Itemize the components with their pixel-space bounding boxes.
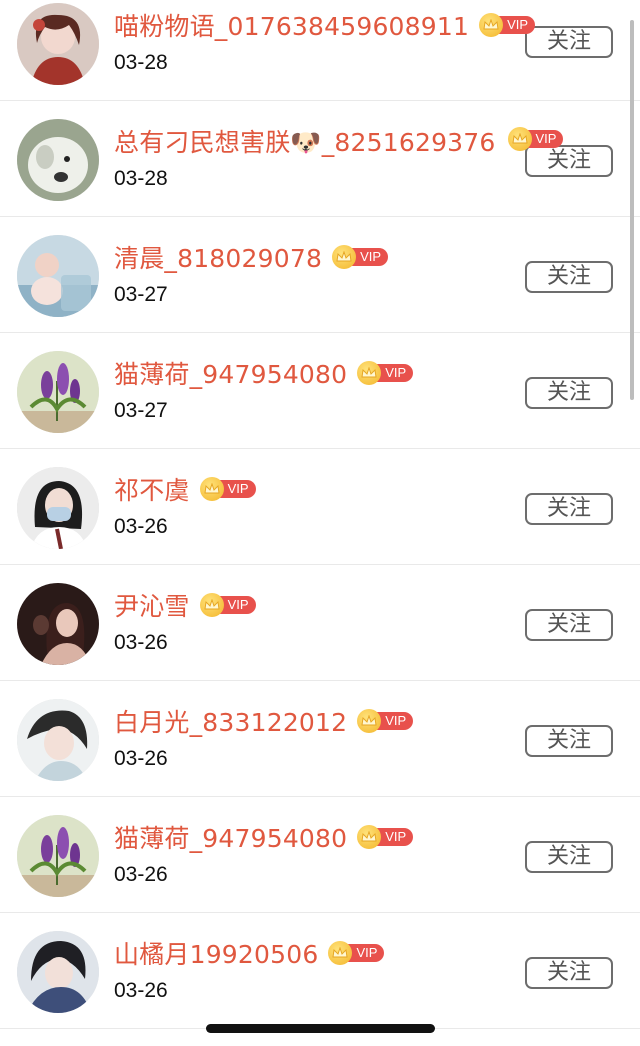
follow-button[interactable]: 关注 <box>525 957 613 989</box>
follow-button[interactable]: 关注 <box>525 609 613 641</box>
crown-icon <box>199 593 224 617</box>
follow-button[interactable]: 关注 <box>525 145 613 177</box>
list-item[interactable]: 喵粉物语_017638459608911 VIP 03-28 关注 <box>0 0 640 101</box>
list-item[interactable]: 白月光_833122012 VIP 03-26 关注 <box>0 681 640 797</box>
timestamp: 03-26 <box>114 747 168 770</box>
username[interactable]: 尹沁雪 <box>114 587 190 623</box>
vip-badge: VIP <box>328 941 385 965</box>
list-item[interactable]: 猫薄荷_947954080 VIP 03-26 关注 <box>0 797 640 913</box>
follow-button[interactable]: 关注 <box>525 377 613 409</box>
timestamp: 03-26 <box>114 631 168 654</box>
list-item[interactable]: 尹沁雪 VIP 03-26 关注 <box>0 565 640 681</box>
timestamp: 03-26 <box>114 515 168 538</box>
username[interactable]: 白月光_833122012 <box>114 703 347 739</box>
vip-badge: VIP <box>357 825 414 849</box>
home-indicator[interactable] <box>206 1024 435 1033</box>
timestamp: 03-27 <box>114 283 168 306</box>
avatar[interactable] <box>17 583 99 665</box>
list-item[interactable]: 猫薄荷_947954080 VIP 03-27 关注 <box>0 333 640 449</box>
vip-badge: VIP <box>507 127 564 151</box>
list-item[interactable]: 清晨_818029078 VIP 03-27 关注 <box>0 217 640 333</box>
crown-icon <box>332 245 357 269</box>
avatar[interactable] <box>17 119 99 201</box>
avatar[interactable] <box>17 467 99 549</box>
timestamp: 03-28 <box>114 167 168 190</box>
username[interactable]: 喵粉物语_017638459608911 <box>114 7 469 43</box>
vip-badge: VIP <box>332 245 389 269</box>
vip-badge: VIP <box>479 13 536 37</box>
avatar[interactable] <box>17 351 99 433</box>
vip-badge: VIP <box>357 361 414 385</box>
follow-button[interactable]: 关注 <box>525 26 613 58</box>
username[interactable]: 猫薄荷_947954080 <box>114 355 347 391</box>
follow-button[interactable]: 关注 <box>525 725 613 757</box>
crown-icon <box>507 127 532 151</box>
avatar[interactable] <box>17 3 99 85</box>
avatar[interactable] <box>17 235 99 317</box>
username[interactable]: 猫薄荷_947954080 <box>114 819 347 855</box>
username[interactable]: 总有刁民想害朕🐶_8251629376 <box>114 123 496 159</box>
avatar[interactable] <box>17 931 99 1013</box>
crown-icon <box>199 477 224 501</box>
timestamp: 03-26 <box>114 863 168 886</box>
vip-badge: VIP <box>199 477 256 501</box>
scrollbar[interactable] <box>630 20 634 400</box>
follow-button[interactable]: 关注 <box>525 493 613 525</box>
list-item[interactable]: 总有刁民想害朕🐶_8251629376 VIP 03-28 关注 <box>0 101 640 217</box>
crown-icon <box>479 13 504 37</box>
follow-button[interactable]: 关注 <box>525 261 613 293</box>
username[interactable]: 祁不虞 <box>114 471 190 507</box>
vip-badge: VIP <box>199 593 256 617</box>
list-item[interactable]: 祁不虞 VIP 03-26 关注 <box>0 449 640 565</box>
timestamp: 03-28 <box>114 51 168 74</box>
vip-badge: VIP <box>357 709 414 733</box>
username[interactable]: 山橘月19920506 <box>114 935 318 971</box>
follow-button[interactable]: 关注 <box>525 841 613 873</box>
follower-list: 喵粉物语_017638459608911 VIP 03-28 关注 总有刁民想害… <box>0 0 640 1029</box>
avatar[interactable] <box>17 699 99 781</box>
timestamp: 03-26 <box>114 979 168 1002</box>
avatar[interactable] <box>17 815 99 897</box>
username[interactable]: 清晨_818029078 <box>114 239 322 275</box>
list-item[interactable]: 山橘月19920506 VIP 03-26 关注 <box>0 913 640 1029</box>
timestamp: 03-27 <box>114 399 168 422</box>
